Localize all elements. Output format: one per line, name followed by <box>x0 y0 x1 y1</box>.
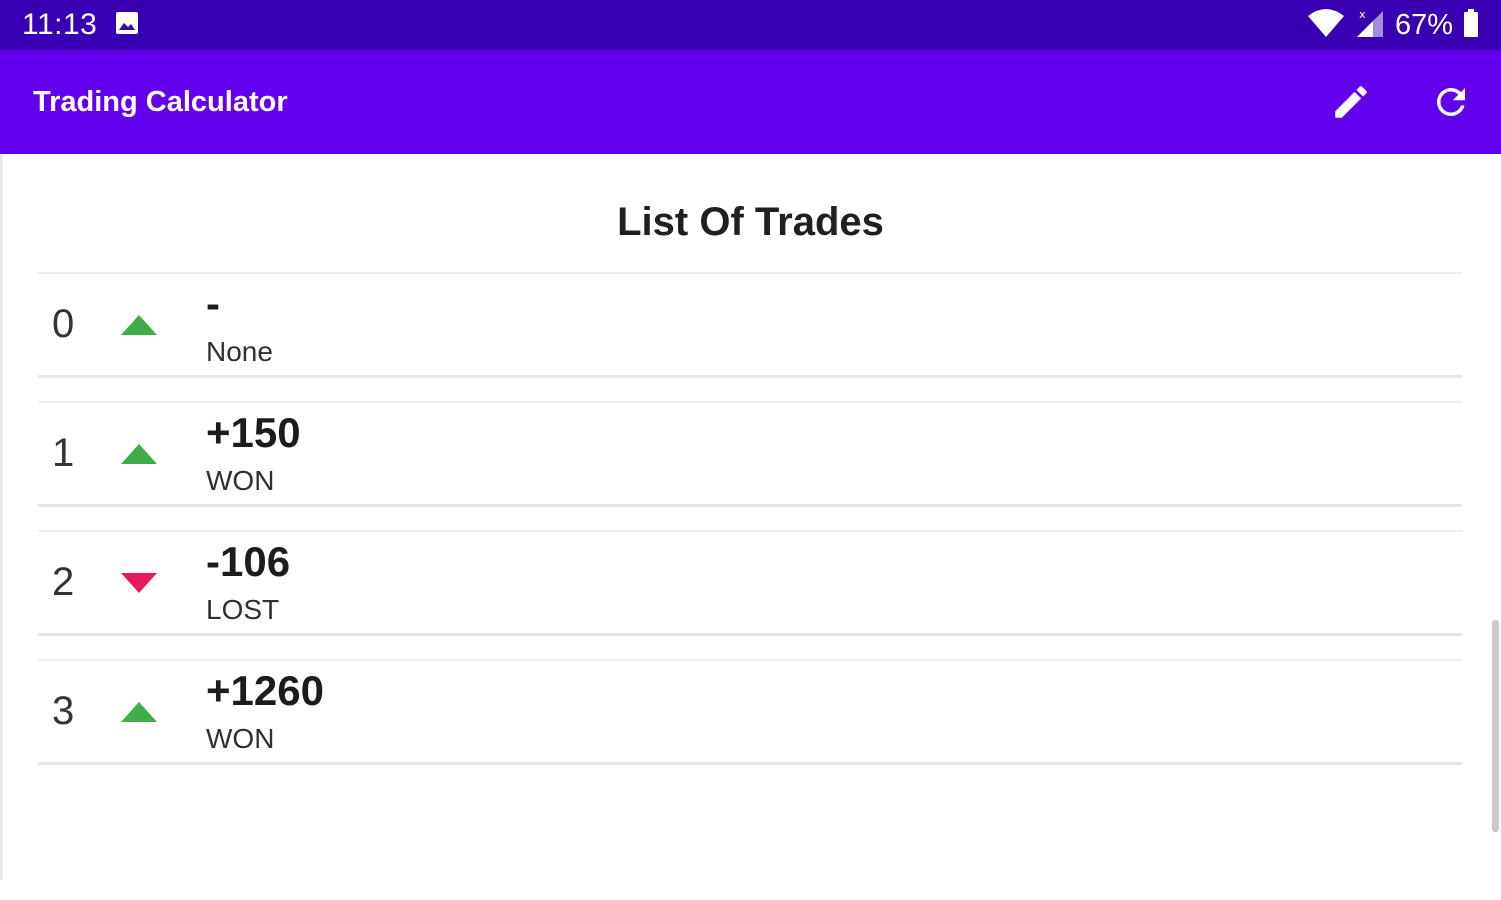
trade-index: 0 <box>52 302 75 346</box>
content-area <box>0 154 1501 900</box>
pencil-icon <box>1335 86 1367 118</box>
signal-icon: x <box>1355 8 1385 43</box>
trade-amount: +1260 <box>206 667 324 714</box>
trade-status: LOST <box>206 594 280 625</box>
trade-item[interactable]: 1 +150 WON <box>38 401 1462 507</box>
battery-percent: 67% <box>1394 8 1453 41</box>
trade-status: WON <box>206 723 275 754</box>
trade-item[interactable]: 3 +1260 WON <box>38 659 1462 765</box>
trade-index: 3 <box>52 689 75 733</box>
arrow-up-icon <box>121 702 157 722</box>
trade-item[interactable]: 2 -106 LOST <box>38 530 1462 636</box>
arrow-up-icon <box>121 315 157 335</box>
trade-item[interactable]: 0 - None <box>38 272 1462 378</box>
trade-index: 2 <box>52 560 75 604</box>
image-icon <box>115 11 139 40</box>
refresh-button[interactable] <box>1401 50 1501 154</box>
arrow-down-icon <box>121 573 157 593</box>
battery-icon <box>1463 8 1479 43</box>
scrollbar[interactable] <box>1492 620 1499 832</box>
wifi-icon <box>1307 8 1345 43</box>
app-title: Trading Calculator <box>33 85 288 118</box>
trade-status: None <box>206 336 273 367</box>
refresh-icon <box>1436 87 1465 116</box>
edit-button[interactable] <box>1301 50 1401 154</box>
trade-amount: +150 <box>206 409 301 456</box>
arrow-up-icon <box>121 444 157 464</box>
trade-amount: -106 <box>206 538 291 585</box>
status-bar: 11:13 x 67% <box>0 0 1501 50</box>
trade-index: 1 <box>52 431 75 475</box>
status-time: 11:13 <box>22 8 98 41</box>
trade-status: WON <box>206 465 275 496</box>
list-title: List Of Trades <box>617 200 884 244</box>
svg-text:x: x <box>1359 8 1366 21</box>
trade-amount: - <box>206 280 220 327</box>
content-edge <box>0 154 3 880</box>
app-bar: Trading Calculator <box>0 50 1501 154</box>
